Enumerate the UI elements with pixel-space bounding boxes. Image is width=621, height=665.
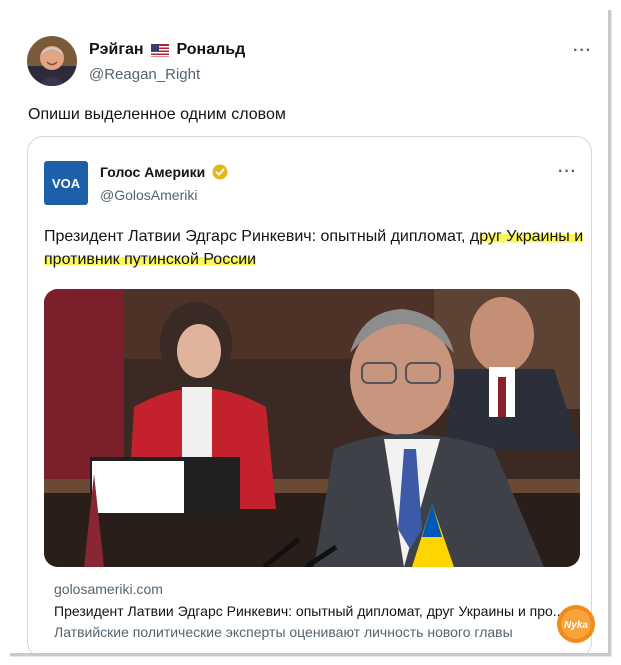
tweet-card: Рэйган Рональд @Reagan_Right ··· Опиши в…: [10, 10, 611, 656]
quoted-text-highlight-2: противник путинской России: [44, 251, 257, 268]
article-photo[interactable]: [44, 289, 580, 567]
card-domain[interactable]: golosameriki.com: [54, 581, 163, 597]
watermark-logo: Nyka: [556, 604, 596, 644]
quoted-text-plain: Президент Латвии Эдгарс Ринкевич: опытны…: [44, 228, 480, 245]
author-name[interactable]: Рэйган Рональд: [89, 40, 245, 63]
quoted-author-name[interactable]: Голос Америки: [100, 163, 228, 184]
author-name-first: Рэйган: [89, 41, 144, 58]
card-description: Латвийские политические эксперты оценива…: [54, 624, 513, 640]
quoted-tweet-text: Президент Латвии Эдгарс Ринкевич: опытны…: [44, 225, 584, 271]
quoted-author-handle[interactable]: @GolosAmeriki: [100, 186, 228, 204]
photo-illustration: [44, 289, 580, 567]
author-avatar[interactable]: [27, 36, 77, 86]
quoted-text-highlight-1: руг Украины и: [479, 228, 584, 245]
more-icon[interactable]: ···: [573, 42, 592, 60]
quoted-tweet[interactable]: VOA Голос Америки @GolosAmeriki ··· През…: [27, 136, 592, 653]
author-handle[interactable]: @Reagan_Right: [89, 65, 245, 85]
author-block: Рэйган Рональд @Reagan_Right: [89, 40, 245, 85]
card-title[interactable]: Президент Латвии Эдгарс Ринкевич: опытны…: [54, 603, 574, 619]
verified-badge-icon: [212, 164, 228, 184]
quoted-more-icon[interactable]: ···: [558, 163, 577, 181]
watermark-text: Nyka: [564, 620, 588, 631]
us-flag-icon: [151, 43, 170, 63]
tweet-text: Опиши выделенное одним словом: [28, 106, 286, 123]
quoted-author-name-text: Голос Америки: [100, 164, 206, 180]
quoted-author-block: Голос Америки @GolosAmeriki: [100, 163, 228, 204]
author-name-last: Рональд: [176, 41, 246, 58]
voa-logo[interactable]: VOA: [44, 161, 88, 205]
